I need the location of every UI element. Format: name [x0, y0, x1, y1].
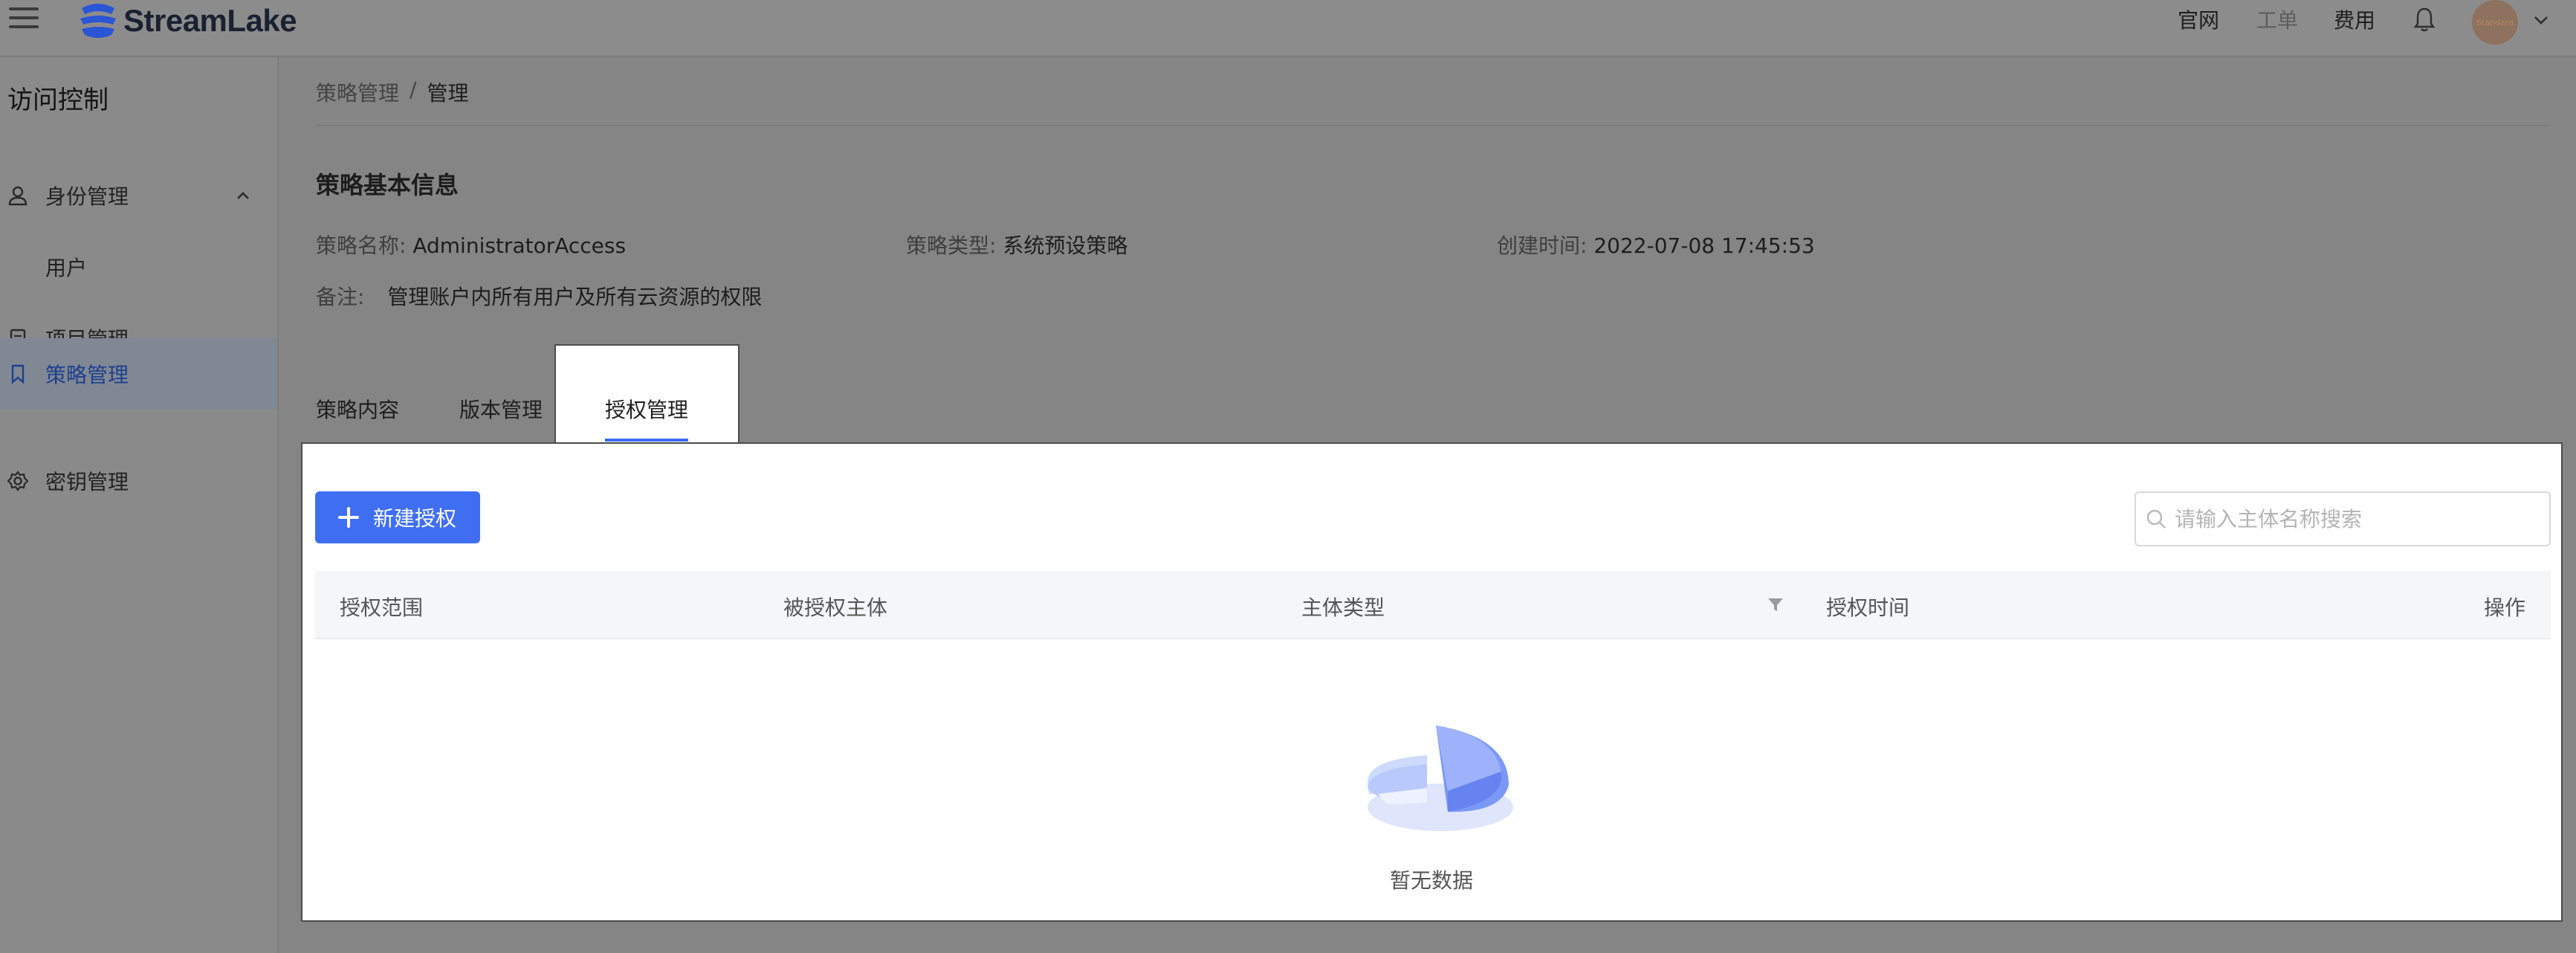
created-time-field: 创建时间: 2022-07-08 17:45:53	[1497, 230, 1815, 259]
user-icon	[8, 186, 27, 206]
sidebar-item-users[interactable]: 用户	[0, 231, 277, 303]
sidebar-title: 访问控制	[7, 85, 109, 115]
menu-icon[interactable]	[9, 4, 39, 30]
empty-state-text: 暂无数据	[1390, 868, 1474, 893]
empty-data-illustration	[1368, 726, 1513, 831]
note-field: 备注: 管理账户内所有用户及所有云资源的权限	[316, 281, 762, 311]
top-bar: StreamLake 官网 工单 费用 Standard	[0, 0, 2576, 57]
created-time-value: 2022-07-08 17:45:53	[1593, 233, 1815, 258]
note-label: 备注:	[316, 285, 365, 309]
bell-icon[interactable]	[2412, 6, 2436, 33]
sidebar-item-label: 身份管理	[45, 184, 129, 209]
tab-policy-content[interactable]: 策略内容	[316, 394, 399, 424]
brand-logo[interactable]: StreamLake	[77, 0, 297, 42]
tab-version-management[interactable]: 版本管理	[459, 394, 543, 424]
policy-type-value: 系统预设策略	[1003, 233, 1128, 258]
sidebar: 访问控制 身份管理 用户 项目管理 策略管理 密钥管理	[0, 57, 279, 953]
policy-type-field: 策略类型: 系统预设策略	[906, 230, 1127, 259]
search-input[interactable]	[2175, 506, 2531, 532]
active-tab-indicator	[605, 439, 688, 442]
column-header-auth-time: 授权时间	[1826, 595, 1910, 620]
tab-authorization-label[interactable]: 授权管理	[605, 394, 688, 424]
note-value: 管理账户内所有用户及所有云资源的权限	[387, 285, 763, 309]
bookmark-icon	[11, 364, 25, 384]
streamlake-logo-icon	[80, 4, 116, 38]
plus-icon	[336, 505, 361, 530]
breadcrumb-current: 管理	[427, 81, 469, 106]
column-header-principal-type: 主体类型	[1301, 595, 1385, 620]
column-header-actions: 操作	[2484, 595, 2526, 620]
policy-type-label: 策略类型:	[906, 233, 997, 258]
policy-name-value: AdministratorAccess	[412, 233, 627, 258]
nav-link-billing[interactable]: 费用	[2334, 4, 2375, 34]
search-box[interactable]	[2135, 491, 2551, 546]
sidebar-item-identity[interactable]: 身份管理	[0, 160, 277, 231]
avatar-label: Standard	[2476, 17, 2514, 28]
section-title: 策略基本信息	[316, 171, 459, 199]
nav-link-official-site[interactable]: 官网	[2178, 4, 2219, 34]
sidebar-item-label: 策略管理	[45, 363, 129, 387]
table-header: 授权范围 被授权主体 主体类型 授权时间 操作	[315, 571, 2551, 639]
breadcrumb: 策略管理 / 管理	[316, 77, 468, 107]
created-time-label: 创建时间:	[1497, 233, 1588, 258]
sidebar-item-keys[interactable]: 密钥管理	[0, 445, 277, 517]
sidebar-item-policies-row[interactable]: 策略管理	[0, 338, 277, 410]
brand-name: StreamLake	[123, 3, 297, 38]
breadcrumb-separator: /	[410, 77, 417, 102]
nav-link-ticket[interactable]: 工单	[2256, 4, 2298, 34]
sidebar-item-label: 用户	[45, 256, 88, 280]
gear-icon	[7, 471, 28, 491]
policy-name-label: 策略名称:	[316, 233, 407, 258]
filter-icon[interactable]	[1766, 595, 1785, 614]
search-icon	[2146, 509, 2166, 529]
sidebar-item-label: 密钥管理	[45, 470, 129, 494]
policy-name-field: 策略名称: AdministratorAccess	[316, 230, 626, 259]
avatar[interactable]: Standard	[2472, 0, 2518, 45]
chevron-down-icon[interactable]	[2531, 10, 2551, 30]
column-header-principal: 被授权主体	[783, 595, 888, 620]
new-authorization-button[interactable]: 新建授权	[315, 491, 480, 543]
divider	[316, 125, 2550, 126]
chevron-up-icon[interactable]	[233, 186, 253, 205]
new-authorization-label: 新建授权	[373, 506, 457, 531]
breadcrumb-parent[interactable]: 策略管理	[316, 77, 399, 107]
column-header-scope: 授权范围	[340, 595, 424, 620]
